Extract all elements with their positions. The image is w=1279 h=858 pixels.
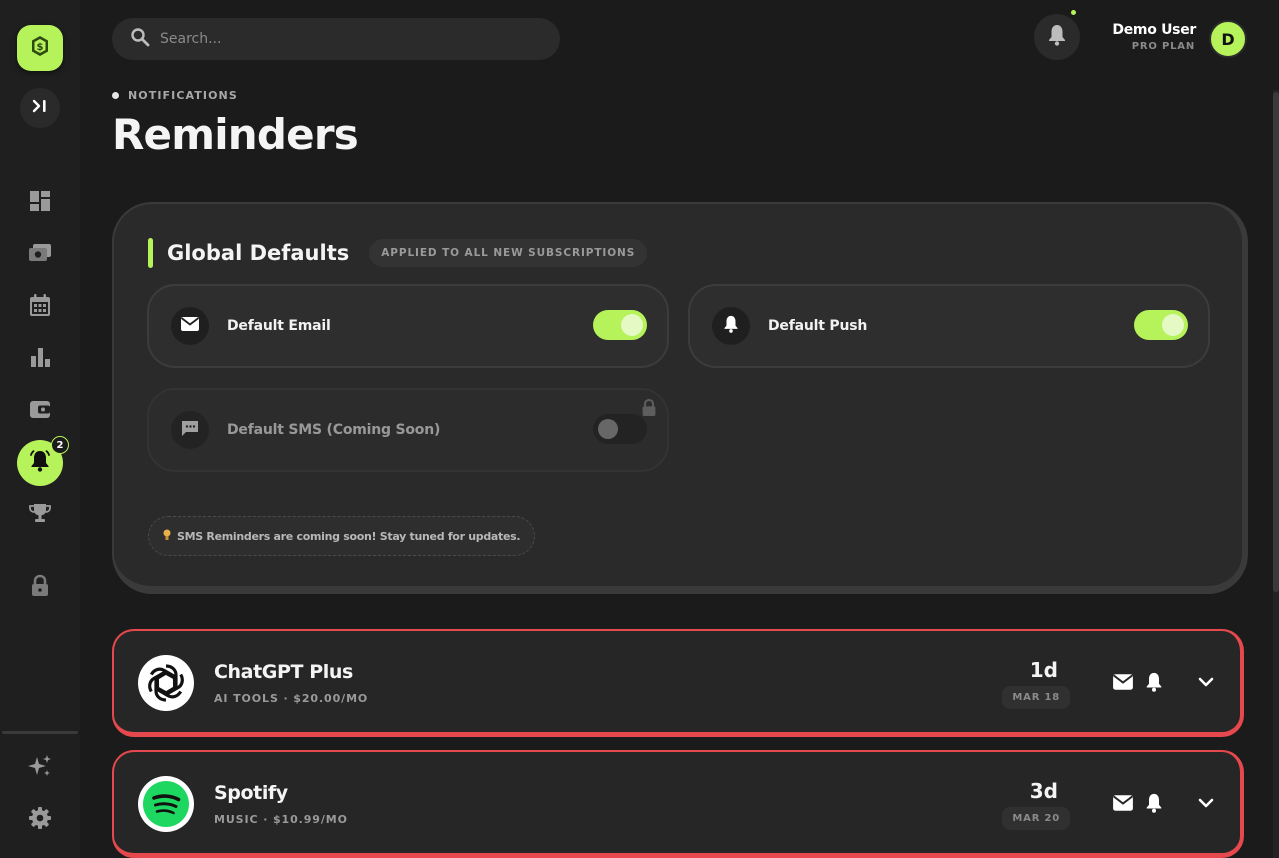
openai-icon [138, 655, 194, 711]
section-title: Global Defaults [167, 241, 350, 265]
gear-icon [28, 806, 52, 834]
user-name: Demo User [1112, 22, 1196, 38]
sidebar-item-reminders[interactable]: 2 [17, 436, 69, 486]
sidebar-item-settings[interactable] [20, 800, 60, 840]
chevron-down-icon[interactable] [1198, 677, 1214, 687]
default-sms-label: Default SMS (Coming Soon) [227, 422, 441, 438]
subscription-card-spotify[interactable]: Spotify MUSIC · $10.99/MO 3d MAR 20 [112, 750, 1244, 858]
lock-icon [30, 574, 50, 602]
sidebar-item-wallet[interactable] [20, 391, 60, 431]
bell-icon[interactable] [1144, 792, 1164, 814]
breadcrumb-dot [112, 92, 119, 99]
default-push-label: Default Push [768, 318, 868, 334]
days-until-renewal: 1d [1029, 658, 1058, 682]
subscription-actions [1102, 792, 1214, 814]
sms-coming-soon-note: SMS Reminders are coming soon! Stay tune… [148, 516, 536, 556]
breadcrumb: NOTIFICATIONS [112, 89, 238, 102]
default-push-toggle[interactable] [1134, 310, 1188, 340]
default-email-label: Default Email [227, 318, 331, 334]
sidebar-item-analytics[interactable] [20, 339, 60, 379]
subscription-name: Spotify [214, 782, 288, 804]
row-icon-wrap [171, 307, 209, 345]
sidebar-item-locked[interactable] [20, 568, 60, 608]
subscription-meta: AI TOOLS · $20.00/MO [214, 692, 369, 705]
calendar-icon [29, 293, 51, 321]
sidebar-collapse-button[interactable] [20, 88, 60, 128]
breadcrumb-label: NOTIFICATIONS [128, 89, 238, 102]
dashboard-icon [28, 189, 52, 217]
envelope-icon [180, 316, 200, 336]
svg-text:$: $ [37, 42, 44, 53]
default-push-row: Default Push [688, 284, 1210, 368]
trophy-icon [28, 502, 52, 528]
days-until-renewal: 3d [1029, 779, 1058, 803]
sidebar-item-achievements[interactable] [20, 495, 60, 535]
default-sms-row: Default SMS (Coming Soon) [147, 388, 669, 472]
note-text: SMS Reminders are coming soon! Stay tune… [177, 529, 521, 543]
accent-bar [148, 238, 153, 268]
notification-indicator-dot [1069, 8, 1078, 17]
bell-icon[interactable] [1144, 671, 1164, 693]
bell-icon [28, 449, 52, 477]
sidebar-item-calendar[interactable] [20, 287, 60, 327]
page-title: Reminders [112, 110, 359, 159]
subscription-meta: MUSIC · $10.99/MO [214, 813, 348, 826]
chevron-down-icon[interactable] [1198, 798, 1214, 808]
default-sms-toggle[interactable] [593, 414, 647, 444]
sidebar-item-ai[interactable] [20, 748, 60, 788]
toggle-knob [598, 419, 618, 439]
lightbulb-icon [163, 529, 171, 544]
row-icon-wrap [171, 411, 209, 449]
chat-bubble-icon [180, 418, 200, 442]
bar-chart-icon [29, 346, 51, 372]
sidebar: $ 2 [0, 0, 80, 858]
global-defaults-card: Global Defaults APPLIED TO ALL NEW SUBSC… [112, 202, 1248, 594]
default-email-row: Default Email [147, 284, 669, 368]
search-input[interactable]: Search... [160, 31, 221, 47]
subscription-card-chatgpt[interactable]: ChatGPT Plus AI TOOLS · $20.00/MO 1d MAR… [112, 629, 1244, 737]
scrollbar-thumb[interactable] [1273, 92, 1279, 592]
app-logo[interactable]: $ [17, 25, 63, 71]
bell-icon [722, 314, 740, 338]
envelope-icon[interactable] [1112, 794, 1134, 812]
notification-count-badge: 2 [51, 436, 69, 454]
lock-icon [641, 398, 657, 422]
dollar-coin-icon: $ [28, 34, 52, 62]
renewal-date: MAR 18 [1002, 686, 1070, 709]
renewal-date: MAR 20 [1002, 807, 1070, 830]
sidebar-divider [2, 731, 78, 734]
global-defaults-header: Global Defaults APPLIED TO ALL NEW SUBSC… [148, 238, 648, 268]
expand-sidebar-icon [31, 97, 49, 119]
notifications-button[interactable] [1034, 8, 1080, 60]
subscription-name: ChatGPT Plus [214, 661, 353, 683]
toggle-knob [621, 314, 643, 336]
toggle-knob [1162, 314, 1184, 336]
money-icon [27, 241, 53, 269]
applies-to-tag: APPLIED TO ALL NEW SUBSCRIPTIONS [369, 239, 648, 267]
spotify-icon [138, 776, 194, 832]
row-icon-wrap [712, 307, 750, 345]
envelope-icon[interactable] [1112, 673, 1134, 691]
search-bar[interactable]: Search... [112, 18, 560, 60]
sparkles-icon [27, 753, 53, 783]
sidebar-item-subscriptions[interactable] [20, 235, 60, 275]
user-plan: PRO PLAN [1131, 41, 1195, 52]
bell-icon [1046, 23, 1068, 51]
sidebar-item-dashboard[interactable] [20, 183, 60, 223]
avatar[interactable]: D [1209, 20, 1247, 58]
subscription-actions [1102, 671, 1214, 693]
default-email-toggle[interactable] [593, 310, 647, 340]
search-icon [130, 27, 150, 51]
wallet-icon [28, 398, 52, 424]
